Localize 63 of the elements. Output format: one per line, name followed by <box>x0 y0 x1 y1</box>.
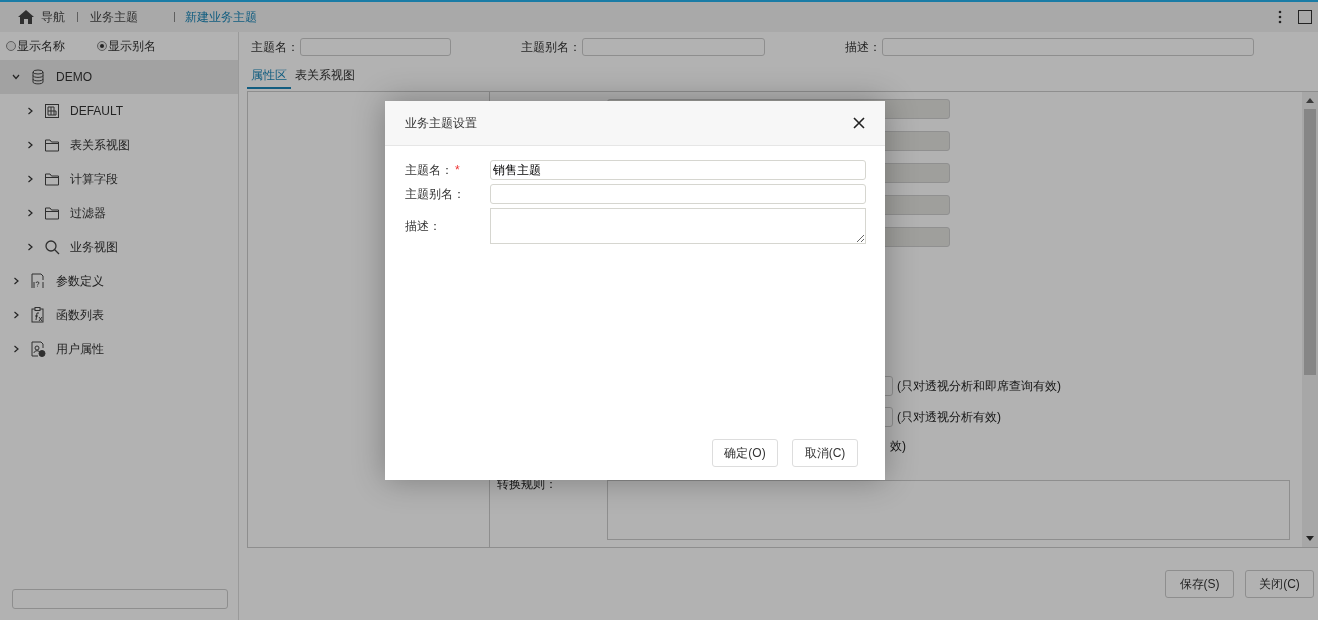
input-field[interactable] <box>882 38 1254 56</box>
chevron-icon <box>26 209 34 217</box>
required-icon: * <box>455 163 460 177</box>
tab[interactable]: 表关系视图 <box>291 67 359 89</box>
note-text: (只对透视分析有效) <box>897 408 1001 426</box>
tree-item[interactable]: 业务视图 <box>0 230 238 264</box>
input-field[interactable]: 销售主题 <box>490 160 866 180</box>
chevron-icon <box>12 277 20 285</box>
tree-item[interactable]: 过滤器 <box>0 196 238 230</box>
input-field[interactable] <box>490 184 866 204</box>
note-text: 效) <box>890 437 906 455</box>
dialog-button[interactable]: 取消(C) <box>792 439 858 467</box>
field-label: 主题名： * <box>405 162 461 179</box>
input-field[interactable] <box>582 38 765 56</box>
field-label: 主题名： <box>251 38 299 56</box>
tree-item[interactable]: 参数定义 <box>0 264 238 298</box>
tree-item[interactable]: 函数列表 <box>0 298 238 332</box>
text-area[interactable] <box>607 480 1290 540</box>
table-icon <box>44 103 60 119</box>
chevron-icon <box>26 175 34 183</box>
note-text: (只对透视分析和即席查询有效) <box>897 377 1061 395</box>
function-icon <box>30 307 46 323</box>
parameter-icon <box>30 273 46 289</box>
chevron-icon <box>12 73 20 81</box>
tree-item[interactable]: DEFAULT <box>0 94 238 128</box>
close-icon[interactable] <box>853 117 865 129</box>
search-icon <box>44 239 60 255</box>
footer-button[interactable]: 关闭(C) <box>1245 570 1314 598</box>
home-icon[interactable] <box>18 10 34 24</box>
folder-icon <box>44 137 60 153</box>
tree-item[interactable]: 计算字段 <box>0 162 238 196</box>
tree-item[interactable]: 用户属性 <box>0 332 238 366</box>
scrollbar[interactable] <box>1302 92 1318 547</box>
field-label: 描述： <box>405 218 442 235</box>
scroll-down-icon <box>1306 536 1314 541</box>
input-field[interactable] <box>300 38 451 56</box>
field-label: 描述： <box>845 38 881 56</box>
folder-icon <box>44 171 60 187</box>
chevron-icon <box>26 243 34 251</box>
dialog-title: 业务主题设置 <box>405 114 478 132</box>
chevron-icon <box>26 141 34 149</box>
database-icon <box>30 69 46 85</box>
tab[interactable]: 属性区 <box>247 67 291 89</box>
breadcrumb-link[interactable]: 业务主题 <box>90 8 138 26</box>
chevron-icon <box>12 311 20 319</box>
tree-item[interactable]: DEMO <box>0 60 238 94</box>
radio-option[interactable]: 显示别名 <box>97 37 178 55</box>
field-label: 主题别名： <box>521 38 581 56</box>
more-icon[interactable] <box>1278 10 1282 24</box>
breadcrumb-link[interactable]: 导航 <box>41 8 65 26</box>
search-field[interactable] <box>12 589 228 609</box>
user-icon <box>30 341 46 357</box>
field-label: 主题别名： <box>405 186 466 203</box>
text-area[interactable] <box>490 208 866 244</box>
folder-icon <box>44 205 60 221</box>
maximize-icon[interactable] <box>1298 10 1312 24</box>
footer-button[interactable]: 保存(S) <box>1165 570 1234 598</box>
dialog-button[interactable]: 确定(O) <box>712 439 778 467</box>
chevron-icon <box>26 107 34 115</box>
chevron-icon <box>12 345 20 353</box>
radio-option[interactable]: 显示名称 <box>6 37 87 55</box>
tree-item[interactable]: 表关系视图 <box>0 128 238 162</box>
scroll-up-icon <box>1306 98 1314 103</box>
